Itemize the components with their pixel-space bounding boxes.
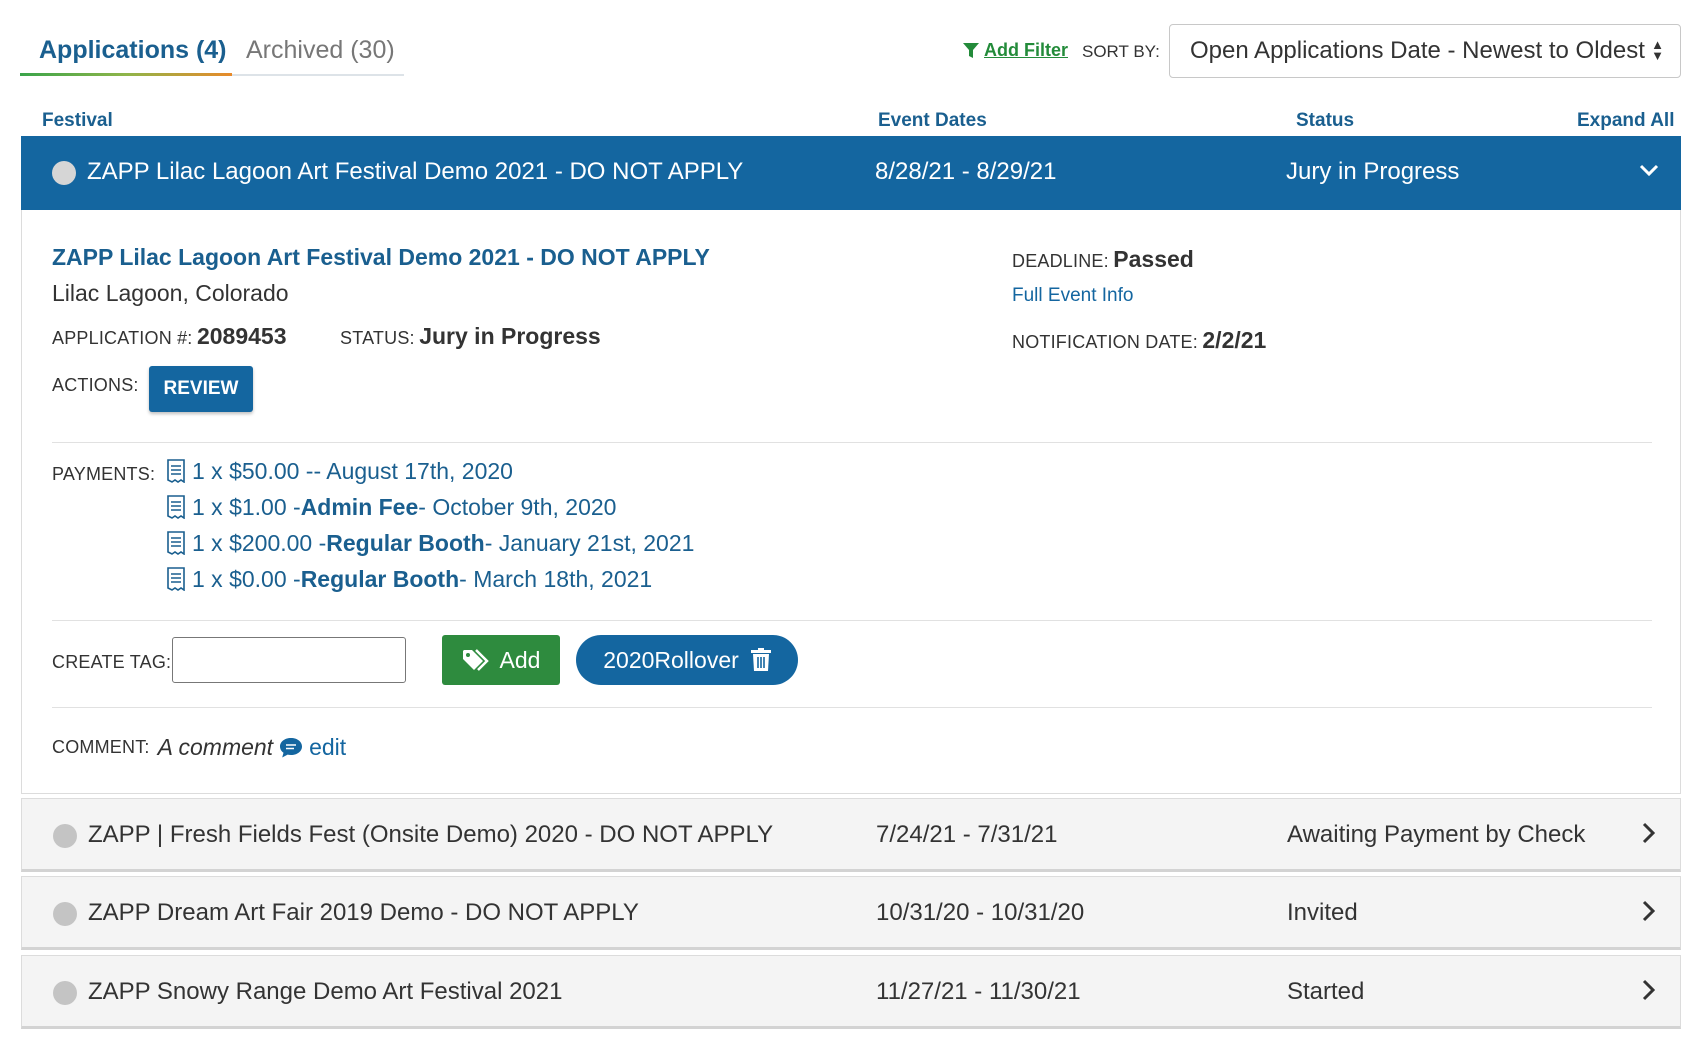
payment-item[interactable]: 1 x $0.00 - Regular Booth - March 18th, … [166,561,694,597]
column-festival: Festival [42,110,113,131]
payments-list: 1 x $50.00 - - August 17th, 2020 1 x $1.… [166,453,694,597]
add-filter-link[interactable]: Add Filter [962,40,1068,61]
event-dates: 10/31/20 - 10/31/20 [876,899,1085,926]
full-event-info-link[interactable]: Full Event Info [1012,285,1133,307]
deadline-label: DEADLINE: [1012,251,1109,271]
receipt-icon [167,495,185,519]
payment-date: - March 18th, 2021 [459,565,653,592]
receipt-icon [167,531,185,555]
notification-date-label: NOTIFICATION DATE: [1012,332,1198,352]
chevron-right-icon[interactable] [1636,899,1660,923]
comment-text: A comment [157,734,274,760]
detail-location: Lilac Lagoon, Colorado [52,280,289,306]
application-status: Jury in Progress [1286,158,1460,185]
review-button[interactable]: REVIEW [149,366,253,412]
application-number: APPLICATION #: 2089453 [52,323,287,350]
trash-icon[interactable] [750,648,771,672]
payments-label: PAYMENTS: [52,464,156,484]
sort-arrows-icon: ▲ ▼ [1651,37,1664,63]
payment-date: - October 9th, 2020 [418,493,617,520]
application-row[interactable]: ZAPP Dream Art Fair 2019 Demo - DO NOT A… [21,876,1681,950]
notification-date: NOTIFICATION DATE: 2/2/21 [1012,327,1266,354]
tab-applications[interactable]: Applications (4) [39,36,227,65]
add-filter-label: Add Filter [984,40,1068,60]
payment-item[interactable]: 1 x $200.00 - Regular Booth - January 21… [166,525,694,561]
payment-item-name: Admin Fee [300,493,419,520]
payment-date: - January 21st, 2021 [484,529,695,556]
filter-icon [963,42,979,58]
add-tag-button[interactable]: Add [442,635,560,685]
tab-bar: Applications (4) Archived (30) [20,28,404,76]
comment-label: COMMENT: [52,737,150,757]
payment-item-name: Regular Booth [326,529,485,556]
divider [52,707,1652,708]
payment-amount: 1 x $0.00 - [192,565,301,592]
application-row[interactable]: ZAPP Lilac Lagoon Art Festival Demo 2021… [21,136,1681,210]
status-label: STATUS: [340,328,415,348]
edit-comment-label: edit [309,734,347,760]
application-number-label: APPLICATION #: [52,328,193,348]
comment-icon [280,737,303,757]
tag-name: 2020Rollover [603,646,739,673]
active-tab-underline [20,73,232,76]
payment-amount: 1 x $1.00 - [192,493,301,520]
status-value: Jury in Progress [419,323,601,349]
actions-label: ACTIONS: [52,375,139,395]
event-dates: 11/27/21 - 11/30/21 [876,978,1081,1005]
notification-date-value: 2/2/21 [1202,327,1267,353]
application-row[interactable]: ZAPP | Fresh Fields Fest (Onsite Demo) 2… [21,798,1681,872]
receipt-icon [167,567,185,591]
festival-name: ZAPP Lilac Lagoon Art Festival Demo 2021… [87,158,744,185]
add-tag-label: Add [499,646,541,673]
divider [52,442,1652,443]
festival-name: ZAPP Dream Art Fair 2019 Demo - DO NOT A… [88,899,639,926]
divider [52,620,1652,621]
festival-name: ZAPP Snowy Range Demo Art Festival 2021 [88,978,563,1005]
payment-item-name: Regular Booth [300,565,460,592]
status-dot [52,161,76,185]
status-dot [53,824,77,848]
payment-amount: 1 x $50.00 - [192,457,314,484]
payment-date: - August 17th, 2020 [313,457,513,484]
tag-icon [462,649,489,671]
create-tag-label: CREATE TAG: [52,652,172,672]
column-event-dates: Event Dates [878,110,987,131]
application-status: Awaiting Payment by Check [1287,821,1586,848]
detail-title[interactable]: ZAPP Lilac Lagoon Art Festival Demo 2021… [52,244,710,271]
detail-status: STATUS: Jury in Progress [340,323,601,350]
application-status: Started [1287,978,1365,1005]
expand-all-link[interactable]: Expand All [1577,110,1674,132]
sort-select-value: Open Applications Date - Newest to Oldes… [1190,37,1645,64]
payment-item[interactable]: 1 x $1.00 - Admin Fee - October 9th, 202… [166,489,694,525]
application-number-value: 2089453 [196,323,287,349]
application-status: Invited [1287,899,1358,926]
comment-row: COMMENT: A comment edit [52,734,346,761]
application-row[interactable]: ZAPP Snowy Range Demo Art Festival 2021 … [21,955,1681,1029]
tag-pill: 2020Rollover [576,635,798,685]
column-status: Status [1296,110,1355,131]
chevron-right-icon[interactable] [1636,978,1660,1002]
sort-select[interactable]: Open Applications Date - Newest to Oldes… [1169,24,1681,78]
tab-archived[interactable]: Archived (30) [246,36,395,65]
chevron-down-icon[interactable] [1637,158,1661,182]
edit-comment-link[interactable]: edit [279,734,346,761]
status-dot [53,981,77,1005]
festival-name: ZAPP | Fresh Fields Fest (Onsite Demo) 2… [88,821,774,848]
deadline: DEADLINE: Passed [1012,246,1194,273]
receipt-icon [167,459,185,483]
event-dates: 7/24/21 - 7/31/21 [876,821,1058,848]
sort-by-label: SORT BY: [1082,42,1160,61]
create-tag-input[interactable] [172,637,406,683]
chevron-right-icon[interactable] [1636,821,1660,845]
payment-item[interactable]: 1 x $50.00 - - August 17th, 2020 [166,453,694,489]
deadline-value: Passed [1113,246,1194,272]
payment-amount: 1 x $200.00 - [192,529,327,556]
event-dates: 8/28/21 - 8/29/21 [875,158,1057,185]
application-detail-panel: ZAPP Lilac Lagoon Art Festival Demo 2021… [21,210,1681,794]
status-dot [53,902,77,926]
